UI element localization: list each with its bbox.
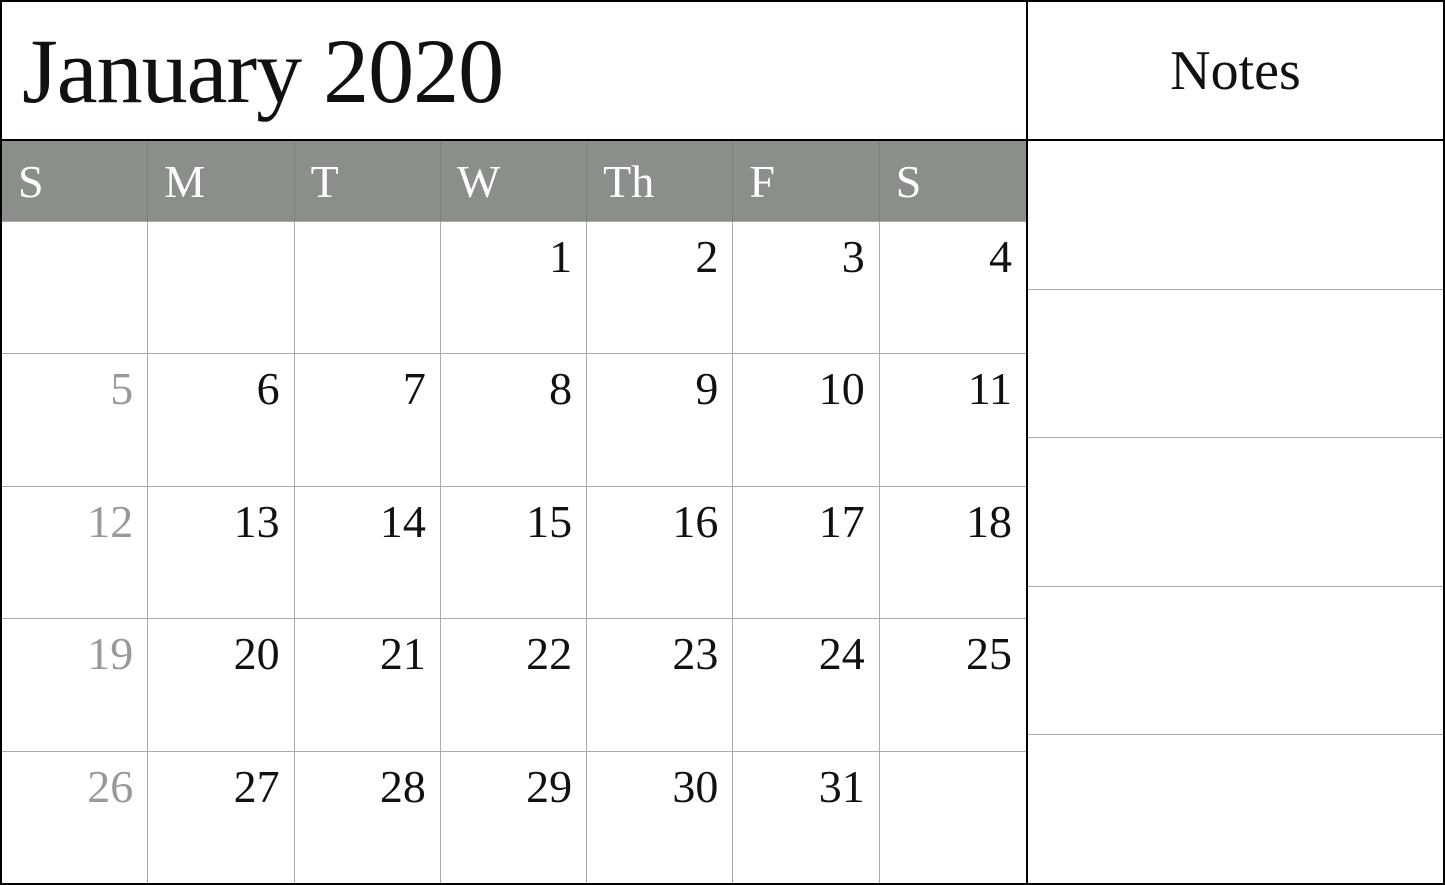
calendar-container: January 2020 SMTWThFS 123456789101112131… <box>0 0 1445 885</box>
day-cell: 23 <box>587 619 733 750</box>
day-cell: 21 <box>295 619 441 750</box>
day-cell <box>2 222 148 353</box>
day-cell: 19 <box>2 619 148 750</box>
day-cell <box>148 222 294 353</box>
calendar-main: January 2020 SMTWThFS 123456789101112131… <box>2 2 1028 883</box>
day-cell: 30 <box>587 752 733 883</box>
day-header-t: T <box>295 141 441 221</box>
day-cell: 5 <box>2 354 148 485</box>
day-cell: 2 <box>587 222 733 353</box>
notes-rows <box>1028 141 1443 883</box>
day-cell: 28 <box>295 752 441 883</box>
day-cell: 14 <box>295 487 441 618</box>
notes-row-4[interactable] <box>1028 586 1443 735</box>
notes-row-2[interactable] <box>1028 289 1443 438</box>
day-header-thu: Th <box>587 141 733 221</box>
day-cell: 26 <box>2 752 148 883</box>
notes-row-3[interactable] <box>1028 437 1443 586</box>
day-cell: 4 <box>880 222 1026 353</box>
notes-row-1[interactable] <box>1028 141 1443 289</box>
day-header-s: S <box>2 141 148 221</box>
day-cell: 22 <box>441 619 587 750</box>
day-cell <box>295 222 441 353</box>
day-cell: 27 <box>148 752 294 883</box>
day-header-w: W <box>441 141 587 221</box>
day-cell: 25 <box>880 619 1026 750</box>
day-cell: 9 <box>587 354 733 485</box>
notes-row-5[interactable] <box>1028 734 1443 883</box>
week-row-5: 262728293031 <box>2 751 1026 883</box>
day-headers-row: SMTWThFS <box>2 141 1026 221</box>
weeks-container: 1234567891011121314151617181920212223242… <box>2 221 1026 883</box>
day-cell: 1 <box>441 222 587 353</box>
day-cell: 11 <box>880 354 1026 485</box>
day-cell: 8 <box>441 354 587 485</box>
day-header-m: M <box>148 141 294 221</box>
day-cell: 10 <box>733 354 879 485</box>
day-cell: 15 <box>441 487 587 618</box>
calendar-title: January 2020 <box>22 18 503 124</box>
calendar-grid: SMTWThFS 1234567891011121314151617181920… <box>2 141 1026 883</box>
notes-panel: Notes <box>1028 2 1443 883</box>
day-cell: 12 <box>2 487 148 618</box>
day-cell: 7 <box>295 354 441 485</box>
day-header-s: S <box>880 141 1026 221</box>
day-cell: 31 <box>733 752 879 883</box>
day-cell: 24 <box>733 619 879 750</box>
week-row-1: 1234 <box>2 221 1026 353</box>
day-cell: 16 <box>587 487 733 618</box>
day-cell: 3 <box>733 222 879 353</box>
day-cell: 6 <box>148 354 294 485</box>
day-cell: 13 <box>148 487 294 618</box>
calendar-header: January 2020 <box>2 2 1026 141</box>
day-cell: 17 <box>733 487 879 618</box>
day-header-f: F <box>733 141 879 221</box>
week-row-3: 12131415161718 <box>2 486 1026 618</box>
day-cell: 18 <box>880 487 1026 618</box>
day-cell: 29 <box>441 752 587 883</box>
week-row-2: 567891011 <box>2 353 1026 485</box>
day-cell <box>880 752 1026 883</box>
week-row-4: 19202122232425 <box>2 618 1026 750</box>
day-cell: 20 <box>148 619 294 750</box>
notes-header: Notes <box>1028 2 1443 141</box>
